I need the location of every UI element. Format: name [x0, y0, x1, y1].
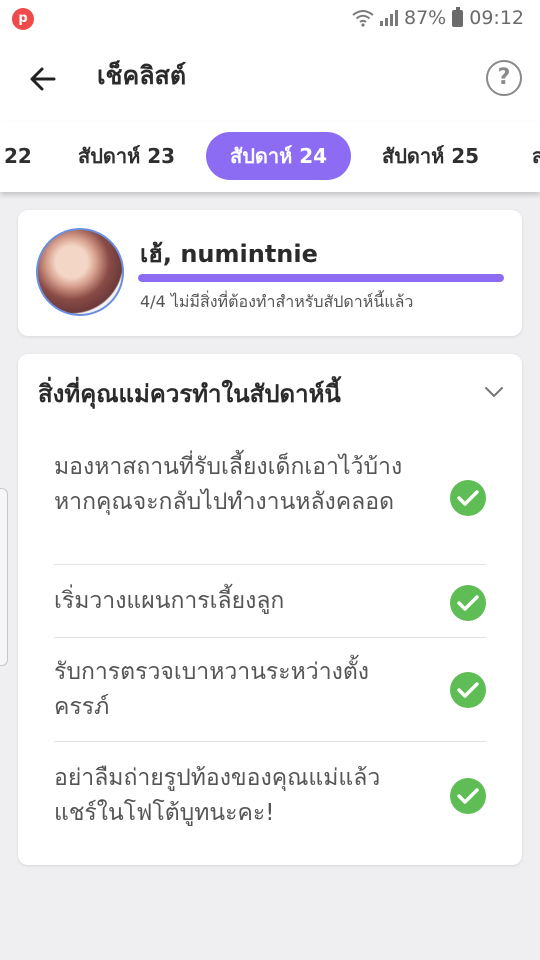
check-circle-icon[interactable] [450, 585, 486, 621]
tab-week-24[interactable]: สัปดาห์ 24 [206, 132, 352, 180]
checklist-item-text: รับการตรวจเบาหวานระหว่างตั้งครรภ์ [54, 659, 370, 720]
greeting: เฮ้, numintnie [140, 240, 318, 268]
checklist-card: สิ่งที่คุณแม่ควรทำในสัปดาห์นี้ มองหาสถาน… [18, 354, 522, 865]
battery-percent: 87% [404, 7, 447, 29]
avatar [36, 228, 124, 316]
app-header: เช็คลิสต์ ? [0, 36, 540, 122]
progress-text: 4/4 ไม่มีสิ่งที่ต้องทำสำหรับสัปดาห์นี้แล… [140, 292, 414, 311]
back-arrow-icon[interactable] [24, 60, 64, 100]
checklist-item-text: มองหาสถานที่รับเลี้ยงเด็กเอาไว้บ้างหากคุ… [54, 454, 403, 515]
wifi-icon [352, 10, 374, 27]
checklist-item[interactable]: เริ่มวางแผนการเลี้ยงลูก [54, 565, 486, 638]
page-title: เช็คลิสต์ [97, 61, 187, 90]
tab-week-26[interactable]: ส [532, 132, 540, 180]
check-circle-icon[interactable] [450, 778, 486, 814]
signal-icon [380, 10, 398, 26]
app-notification-icon: p [12, 8, 34, 30]
status-indicators: 87% 09:12 [352, 6, 524, 30]
check-circle-icon[interactable] [450, 672, 486, 708]
tab-week-23[interactable]: สัปดาห์ 23 [78, 132, 175, 180]
progress-bar [138, 274, 504, 282]
help-icon[interactable]: ? [486, 60, 522, 96]
checklist-item[interactable]: มองหาสถานที่รับเลี้ยงเด็กเอาไว้บ้างหากคุ… [54, 446, 486, 565]
progress-fill [138, 274, 504, 282]
clock: 09:12 [469, 7, 524, 29]
profile-card: เฮ้, numintnie 4/4 ไม่มีสิ่งที่ต้องทำสำห… [18, 210, 522, 336]
checklist-title: สิ่งที่คุณแม่ควรทำในสัปดาห์นี้ [38, 380, 341, 408]
checklist-item[interactable]: รับการตรวจเบาหวานระหว่างตั้งครรภ์ [54, 638, 486, 742]
check-circle-icon[interactable] [450, 480, 486, 516]
status-bar: p 87% 09:12 [0, 0, 540, 36]
checklist-item-text: เริ่มวางแผนการเลี้ยงลูก [54, 588, 285, 614]
battery-icon [452, 6, 464, 27]
chevron-down-icon[interactable] [484, 382, 504, 402]
week-tabs: 22 สัปดาห์ 23 สัปดาห์ 24 สัปดาห์ 25 ส [0, 122, 540, 192]
side-panel-handle[interactable] [0, 488, 8, 666]
tab-week-25[interactable]: สัปดาห์ 25 [382, 132, 479, 180]
checklist-item-text: อย่าลืมถ่ายรูปท้องของคุณแม่แล้วแชร์ในโฟโ… [54, 765, 381, 826]
checklist-item[interactable]: อย่าลืมถ่ายรูปท้องของคุณแม่แล้วแชร์ในโฟโ… [54, 742, 486, 850]
tab-week-22[interactable]: 22 [4, 132, 32, 180]
